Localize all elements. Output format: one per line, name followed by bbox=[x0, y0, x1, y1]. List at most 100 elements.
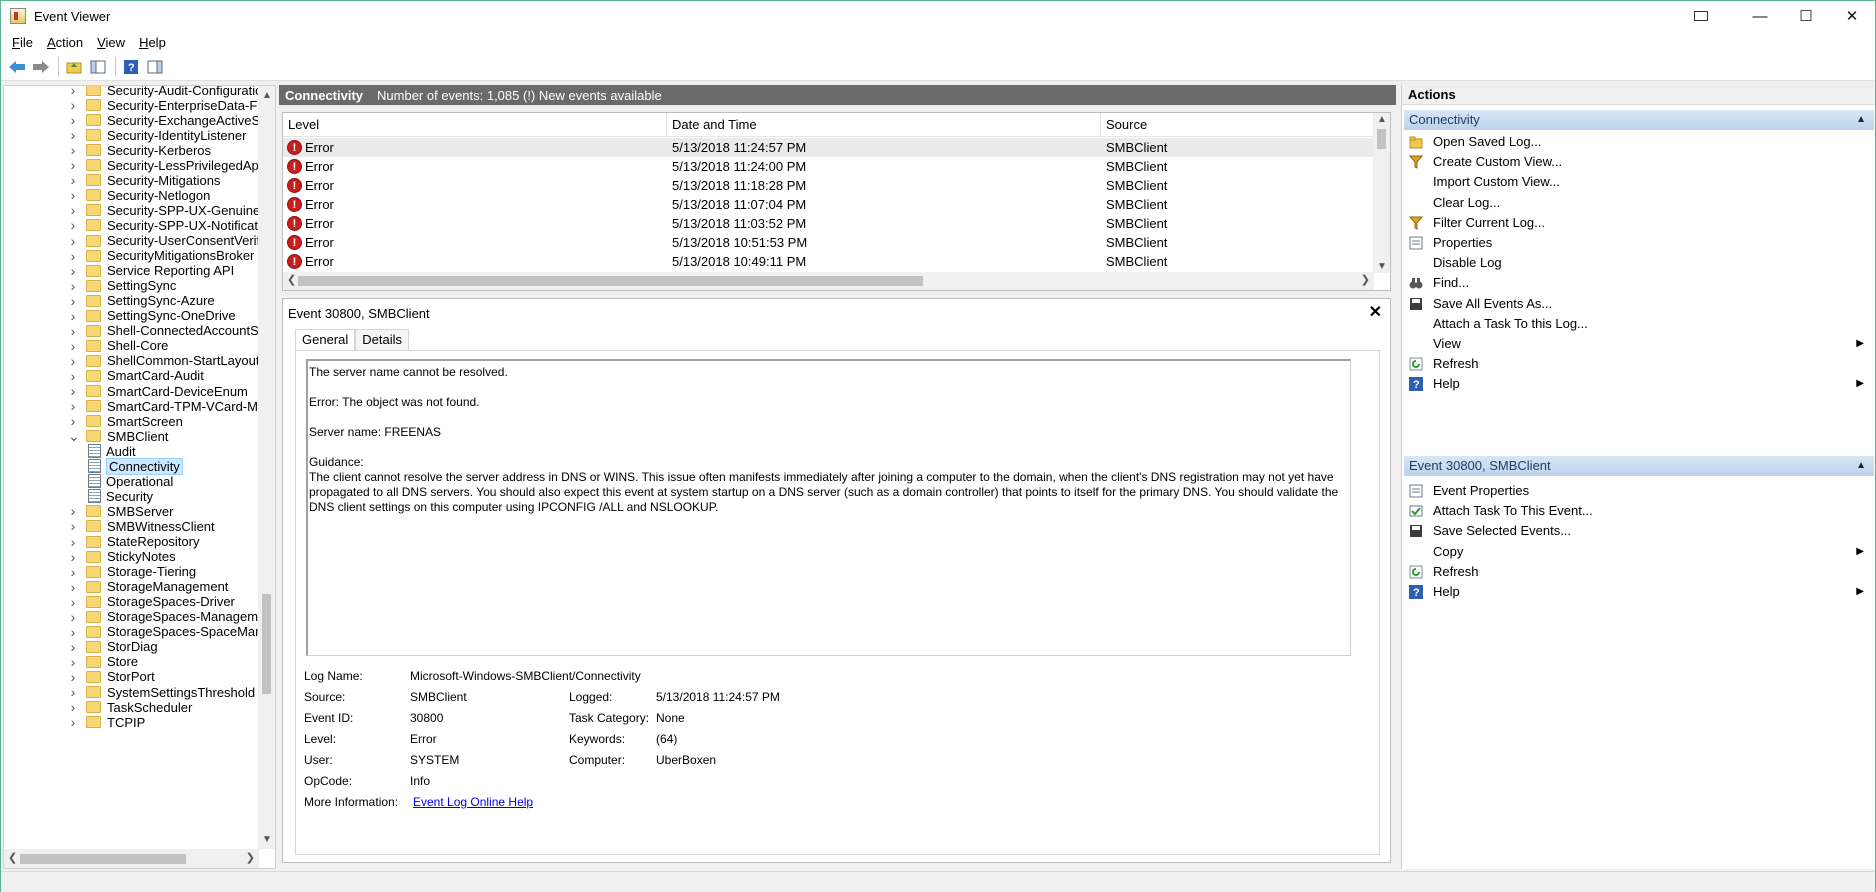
logged-value: 5/13/2018 11:24:57 PM bbox=[656, 690, 780, 704]
action-view[interactable]: View ▶ bbox=[1402, 334, 1874, 354]
scroll-up-arrow-icon[interactable]: ▲ bbox=[262, 90, 272, 101]
action-label: Refresh bbox=[1433, 563, 1479, 579]
open-folder-icon bbox=[1409, 135, 1423, 149]
column-date-and-time[interactable]: Date and Time bbox=[667, 113, 1101, 137]
collapse-chevron-icon[interactable]: ⌄ bbox=[68, 428, 80, 445]
column-source[interactable]: Source bbox=[1101, 113, 1374, 137]
action-label: Event Properties bbox=[1433, 483, 1530, 498]
event-row[interactable]: ! Error 5/13/2018 10:49:11 PM SMBClient bbox=[283, 252, 1374, 271]
action-event-properties[interactable]: Event Properties bbox=[1402, 481, 1874, 501]
action-import-custom-view[interactable]: Import Custom View... bbox=[1402, 172, 1874, 192]
show-hide-actions-button[interactable] bbox=[144, 56, 166, 78]
action-save-all-events-as[interactable]: Save All Events As... bbox=[1402, 294, 1874, 314]
folder-icon bbox=[86, 159, 101, 172]
scroll-up-arrow-icon[interactable]: ▲ bbox=[1377, 114, 1387, 125]
action-label: Filter Current Log... bbox=[1433, 214, 1545, 230]
folder-icon bbox=[86, 655, 101, 668]
action-disable-log[interactable]: Disable Log bbox=[1402, 253, 1874, 273]
folder-icon bbox=[86, 114, 101, 127]
close-icon[interactable]: ✕ bbox=[1369, 302, 1382, 322]
event-list-vertical-scrollbar[interactable]: ▲ ▼ bbox=[1373, 113, 1390, 273]
event-source: SMBClient bbox=[1106, 178, 1168, 193]
source-label: Source: bbox=[304, 690, 346, 704]
logged-label: Logged: bbox=[569, 690, 613, 704]
scroll-down-arrow-icon[interactable]: ▼ bbox=[1377, 261, 1387, 272]
menu-view[interactable]: View bbox=[90, 35, 132, 50]
log-icon bbox=[88, 474, 101, 489]
collapse-arrow-icon[interactable]: ▲ bbox=[1856, 456, 1866, 476]
folder-icon bbox=[86, 565, 101, 578]
action-save-selected-events[interactable]: Save Selected Events... bbox=[1402, 521, 1874, 541]
tab-general[interactable]: General bbox=[295, 329, 356, 351]
event-row[interactable]: ! Error 5/13/2018 11:18:28 PM SMBClient bbox=[283, 176, 1374, 195]
event-list-horizontal-scrollbar[interactable]: ❮ ❯ bbox=[283, 272, 1374, 290]
menu-help[interactable]: Help bbox=[132, 35, 173, 50]
event-level: Error bbox=[305, 235, 334, 250]
properties-icon bbox=[1409, 236, 1423, 250]
scroll-down-arrow-icon[interactable]: ▼ bbox=[262, 834, 272, 845]
action-clear-log[interactable]: Clear Log... bbox=[1402, 193, 1874, 213]
collapse-arrow-icon[interactable]: ▲ bbox=[1856, 110, 1866, 130]
action-help[interactable]: ? Help ▶ bbox=[1402, 374, 1874, 394]
tablet-mode-icon[interactable] bbox=[1681, 1, 1721, 31]
menu-action[interactable]: Action bbox=[40, 35, 90, 50]
tree-vertical-scrollbar[interactable]: ▲ ▼ bbox=[258, 86, 275, 849]
tab-details[interactable]: Details bbox=[355, 329, 409, 351]
tree-item[interactable]: › TCPIP bbox=[68, 713, 146, 731]
folder-icon bbox=[86, 294, 101, 307]
scroll-thumb[interactable] bbox=[262, 594, 271, 694]
action-find[interactable]: Find... bbox=[1402, 273, 1874, 293]
event-row[interactable]: ! Error 5/13/2018 11:24:00 PM SMBClient bbox=[283, 157, 1374, 176]
action-properties[interactable]: Properties bbox=[1402, 233, 1874, 253]
action-refresh[interactable]: Refresh bbox=[1402, 354, 1874, 374]
scroll-right-arrow-icon[interactable]: ❯ bbox=[246, 851, 255, 864]
action-copy[interactable]: Copy ▶ bbox=[1402, 542, 1874, 562]
menu-file[interactable]: File bbox=[5, 35, 40, 50]
action-label: Save All Events As... bbox=[1433, 295, 1553, 311]
scroll-right-arrow-icon[interactable]: ❯ bbox=[1361, 273, 1370, 286]
log-icon bbox=[88, 444, 101, 459]
level-value: Error bbox=[410, 732, 437, 746]
column-level[interactable]: Level bbox=[283, 113, 667, 137]
action-filter-current-log[interactable]: Filter Current Log... bbox=[1402, 213, 1874, 233]
event-row[interactable]: ! Error 5/13/2018 11:03:52 PM SMBClient bbox=[283, 214, 1374, 233]
event-row[interactable]: ! Error 5/13/2018 11:07:04 PM SMBClient bbox=[283, 195, 1374, 214]
event-description[interactable]: The server name cannot be resolved. Erro… bbox=[306, 359, 1351, 656]
action-attach-task-to-this-event[interactable]: Attach Task To This Event... bbox=[1402, 501, 1874, 521]
event-row[interactable]: ! Error 5/13/2018 10:51:53 PM SMBClient bbox=[283, 233, 1374, 252]
forward-button[interactable] bbox=[30, 56, 52, 78]
folder-icon bbox=[86, 430, 101, 443]
scroll-left-arrow-icon[interactable]: ❮ bbox=[287, 273, 296, 286]
up-one-level-button[interactable] bbox=[63, 56, 85, 78]
action-help[interactable]: ? Help ▶ bbox=[1402, 582, 1874, 602]
scroll-thumb[interactable] bbox=[20, 854, 186, 864]
close-button[interactable]: ✕ bbox=[1829, 1, 1875, 31]
event-row[interactable]: ! Error 5/13/2018 11:24:57 PM SMBClient bbox=[283, 138, 1374, 157]
show-hide-tree-button[interactable] bbox=[87, 56, 109, 78]
actions-section-connectivity[interactable]: Connectivity ▲ bbox=[1404, 110, 1874, 130]
action-open-saved-log[interactable]: Open Saved Log... bbox=[1402, 132, 1874, 152]
event-datetime: 5/13/2018 11:24:00 PM bbox=[672, 159, 807, 174]
folder-icon bbox=[86, 385, 101, 397]
expand-chevron-icon[interactable]: › bbox=[68, 714, 78, 730]
folder-icon bbox=[86, 129, 101, 142]
event-level: Error bbox=[305, 159, 334, 174]
tree-horizontal-scrollbar[interactable]: ❮ ❯ bbox=[4, 849, 259, 868]
action-attach-a-task-to-this-log[interactable]: Attach a Task To this Log... bbox=[1402, 314, 1874, 334]
maximize-button[interactable]: ☐ bbox=[1783, 1, 1829, 31]
action-refresh[interactable]: Refresh bbox=[1402, 562, 1874, 582]
source-value: SMBClient bbox=[410, 690, 467, 704]
minimize-button[interactable]: — bbox=[1737, 1, 1783, 31]
window-title: Event Viewer bbox=[34, 8, 111, 24]
scroll-left-arrow-icon[interactable]: ❮ bbox=[8, 851, 17, 864]
help-button[interactable]: ? bbox=[120, 56, 142, 78]
scroll-thumb[interactable] bbox=[298, 276, 923, 286]
actions-section-event[interactable]: Event 30800, SMBClient ▲ bbox=[1404, 456, 1874, 476]
action-label: Disable Log bbox=[1433, 255, 1502, 271]
action-create-custom-view[interactable]: Create Custom View... bbox=[1402, 152, 1874, 172]
back-button[interactable] bbox=[6, 56, 28, 78]
event-log-online-help-link[interactable]: Event Log Online Help bbox=[413, 795, 533, 809]
event-list-header: Level Date and Time Source bbox=[283, 113, 1374, 137]
scroll-thumb[interactable] bbox=[1377, 129, 1386, 149]
action-label: Copy bbox=[1433, 543, 1464, 559]
